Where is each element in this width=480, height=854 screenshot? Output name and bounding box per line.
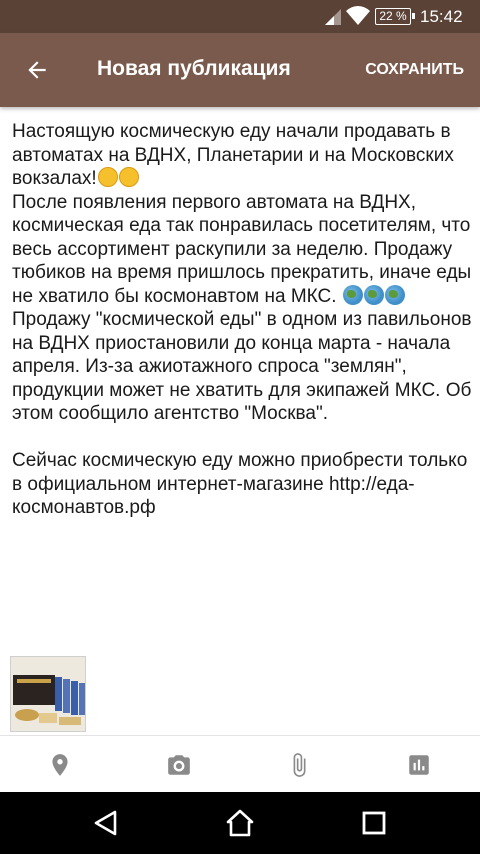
post-text-editor[interactable]: Настоящую космическую еду начали продава… xyxy=(12,120,472,520)
status-time: 15:42 xyxy=(420,7,463,26)
back-nav-icon[interactable] xyxy=(91,808,121,838)
post-paragraph: Продажу "космической еды" в одном из пав… xyxy=(12,308,472,426)
save-button[interactable]: СОХРАНИТЬ xyxy=(365,61,464,79)
attachment-icon[interactable] xyxy=(286,752,312,778)
camera-icon[interactable] xyxy=(166,752,192,778)
post-paragraph: После появления первого автомата на ВДНХ… xyxy=(12,191,472,309)
poll-icon[interactable] xyxy=(406,752,432,778)
globe-emoji xyxy=(363,284,384,305)
globe-emoji xyxy=(342,284,363,305)
recents-nav-icon[interactable] xyxy=(359,808,389,838)
thinking-face-emoji xyxy=(97,167,118,187)
arrow-back-icon[interactable] xyxy=(24,57,50,83)
grinning-face-emoji xyxy=(118,167,139,187)
post-line-4: Сейчас космическую еду можно приобрести … xyxy=(12,450,468,518)
home-nav-icon[interactable] xyxy=(225,808,255,838)
post-paragraph: Сейчас космическую еду можно приобрести … xyxy=(12,449,472,520)
post-line-1: Настоящую космическую еду начали продава… xyxy=(12,121,454,189)
wifi-icon xyxy=(346,6,370,26)
location-icon[interactable] xyxy=(47,752,73,778)
battery-icon: 22 % xyxy=(375,8,415,25)
attached-image-thumbnail[interactable] xyxy=(10,656,86,732)
page-title: Новая публикация xyxy=(97,57,291,80)
system-nav-bar xyxy=(0,792,480,854)
bottom-toolbar xyxy=(0,735,480,792)
app-bar: Новая публикация СОХРАНИТЬ xyxy=(0,33,480,107)
post-paragraph: Настоящую космическую еду начали продава… xyxy=(12,120,472,191)
space-food-image xyxy=(11,657,85,731)
globe-emoji xyxy=(384,284,405,305)
status-bar: 22 % 15:42 xyxy=(0,0,480,33)
post-line-3: Продажу "космической еды" в одном из пав… xyxy=(12,309,472,424)
signal-icon xyxy=(325,9,341,25)
